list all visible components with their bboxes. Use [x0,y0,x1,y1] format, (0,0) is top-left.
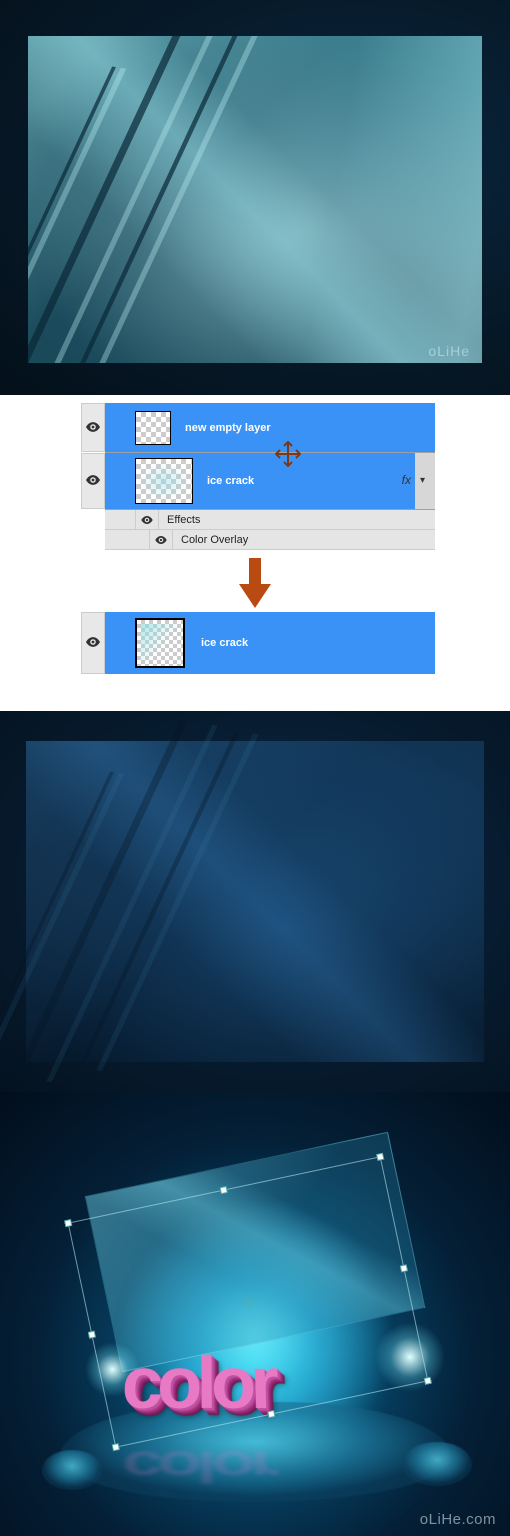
layers-panel-diagram: new empty layer ice crack fx ▾ Effects [0,395,510,711]
dark-ice-panel [0,711,510,1092]
layer-thumbnail[interactable] [135,411,171,445]
result-panel: color color oLiHe.com [0,1092,510,1536]
watermark-text: oLiHe.com [420,1511,496,1528]
dark-ice-image [26,741,484,1062]
transform-handle[interactable] [400,1264,408,1272]
watermark-text: oLiHe [428,343,470,359]
transform-handle[interactable] [88,1331,96,1339]
arrow-down-icon [235,558,275,608]
eye-icon [86,472,100,490]
layer-row-empty[interactable]: new empty layer [105,403,435,453]
eye-icon[interactable] [135,510,159,529]
layer-name[interactable]: ice crack [207,475,254,487]
effects-row[interactable]: Effects [105,510,435,530]
layer-thumbnail[interactable] [135,618,185,668]
transform-handle[interactable] [112,1443,120,1451]
layer-row-merged[interactable]: ice crack [105,612,435,674]
layer-name[interactable]: new empty layer [185,422,271,434]
chevron-down-icon[interactable]: ▾ [420,475,425,486]
transform-handle[interactable] [220,1186,228,1194]
transform-handle[interactable] [267,1410,275,1418]
color-overlay-row[interactable]: Color Overlay [105,530,435,550]
visibility-toggle[interactable] [81,403,105,452]
eye-icon[interactable] [149,530,173,549]
transform-handle[interactable] [376,1153,384,1161]
visibility-toggle[interactable] [81,612,105,674]
effects-label: Effects [167,514,200,526]
layers-before-block: new empty layer ice crack fx ▾ [105,403,435,510]
ice-texture-panel: oLiHe [0,0,510,395]
layer-effects-list: Effects Color Overlay [105,510,435,550]
ice-texture-image [28,36,482,363]
eye-icon [86,634,100,652]
fx-indicator[interactable]: fx [402,473,411,487]
lock-column [415,453,435,509]
layers-after-block: ice crack [105,612,435,674]
layer-name[interactable]: ice crack [201,637,248,649]
transform-center-icon[interactable] [242,1296,254,1308]
transform-handle[interactable] [424,1377,432,1385]
color-overlay-label: Color Overlay [181,534,248,546]
layer-row-icecrack[interactable]: ice crack [105,453,435,510]
layer-thumbnail[interactable] [135,458,193,504]
transform-handle[interactable] [64,1219,72,1227]
eye-icon [86,419,100,437]
visibility-toggle[interactable] [81,453,105,509]
color-3d-reflection: color [121,1442,274,1493]
